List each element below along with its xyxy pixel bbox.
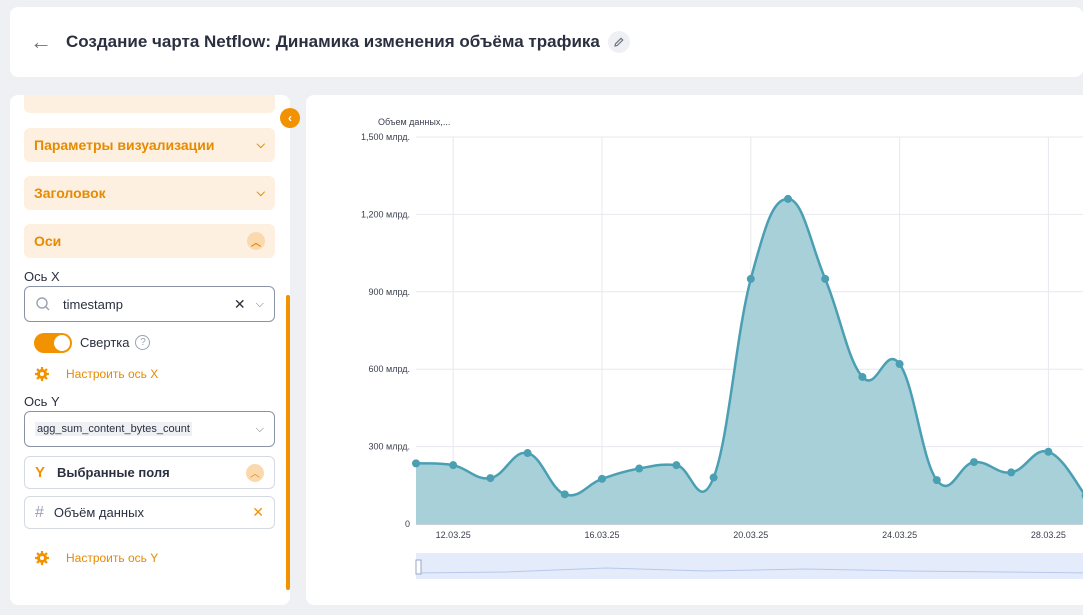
section-label: Заголовок [34, 185, 106, 201]
data-point[interactable] [821, 274, 830, 283]
chevron-up-icon: ︿ [246, 463, 264, 482]
x-tick-label: 28.03.25 [1031, 530, 1066, 540]
data-point[interactable] [635, 464, 644, 473]
section-title[interactable]: Заголовок ⌵ [24, 176, 275, 210]
convolution-toggle[interactable] [34, 333, 72, 353]
collapse-sidebar-button[interactable]: ‹ [280, 108, 300, 128]
data-point[interactable] [895, 360, 904, 369]
x-axis-select[interactable]: timestamp ✕ ⌵ [24, 286, 275, 322]
data-point[interactable] [784, 194, 792, 203]
edit-pencil-icon[interactable] [607, 31, 630, 53]
settings-sidebar: Параметры визуализации ⌵ Заголовок ⌵ Оси… [10, 95, 290, 605]
clear-icon[interactable]: ✕ [234, 296, 246, 313]
x-tick-label: 16.03.25 [584, 530, 619, 540]
y-axis-label: Ось Y [24, 394, 60, 409]
y-tick-label: 0 [405, 519, 410, 529]
configure-y-axis-label: Настроить ось Y [66, 551, 159, 565]
selected-fields-label: Выбранные поля [57, 465, 170, 480]
search-icon [36, 297, 50, 311]
x-axis-label: Ось X [24, 269, 60, 284]
page-header: ← Создание чарта Netflow: Динамика измен… [10, 7, 1083, 77]
data-point[interactable] [486, 474, 495, 483]
y-tick-label: 1,500 млрд. [361, 132, 410, 142]
section-label: Параметры визуализации [34, 137, 215, 153]
data-point[interactable] [412, 459, 420, 468]
selected-field-label: Объём данных [53, 505, 144, 520]
zoom-slider[interactable] [416, 553, 1083, 579]
data-point[interactable] [970, 458, 978, 467]
gear-icon [35, 551, 49, 565]
data-point[interactable] [1044, 447, 1053, 456]
chevron-up-icon: ︿ [247, 232, 265, 250]
y-tick-label: 600 млрд. [368, 364, 410, 374]
configure-x-axis-label: Настроить ось X [66, 367, 159, 381]
back-arrow-icon[interactable]: ← [30, 29, 66, 55]
page-title: Создание чарта Netflow: Динамика изменен… [66, 32, 600, 51]
configure-x-axis-link[interactable]: Настроить ось X [34, 366, 158, 382]
section-visualization-params[interactable]: Параметры визуализации ⌵ [24, 128, 275, 162]
chart-panel: 0 300 млрд. 600 млрд. 900 млрд. 1,200 млрд. 1… [306, 95, 1083, 605]
y-tick-label: 300 млрд. [368, 442, 410, 452]
area-chart: 0 300 млрд. 600 млрд. 900 млрд. 1,200 млрд. 1… [361, 117, 1083, 579]
y-axis-icon: Y [35, 464, 46, 481]
section-axes[interactable]: Оси ︿ [24, 224, 275, 258]
y-axis-value: agg_sum_content_bytes_count [35, 422, 192, 436]
data-point[interactable] [449, 461, 458, 470]
chevron-down-icon[interactable]: ⌵ [256, 423, 264, 436]
selected-fields-header[interactable]: Y Выбранные поля ︿ [24, 456, 275, 489]
chevron-down-icon: ⌵ [256, 138, 265, 151]
y-tick-label: 900 млрд. [368, 287, 410, 297]
y-tick-label: 1,200 млрд. [361, 209, 410, 219]
data-point[interactable] [560, 490, 569, 499]
data-point[interactable] [1007, 468, 1016, 477]
data-point[interactable] [672, 461, 681, 470]
zoom-handle[interactable] [415, 559, 422, 575]
chevron-down-icon[interactable]: ⌵ [256, 298, 264, 311]
sidebar-scrollbar[interactable] [286, 295, 290, 590]
configure-y-axis-link[interactable]: Настроить ось Y [34, 550, 158, 566]
x-tick-label: 20.03.25 [733, 530, 768, 540]
section-strip [24, 95, 275, 113]
x-tick-label: 24.03.25 [882, 530, 917, 540]
data-point[interactable] [598, 474, 606, 483]
data-point[interactable] [858, 372, 867, 381]
remove-icon[interactable]: ✕ [252, 504, 264, 521]
series-area [416, 198, 1083, 524]
number-field-icon: # [35, 503, 44, 521]
x-tick-label: 12.03.25 [436, 530, 471, 540]
help-icon[interactable]: ? [135, 335, 151, 350]
section-label: Оси [34, 233, 62, 249]
chevron-down-icon: ⌵ [256, 186, 265, 199]
selected-field-item: # Объём данных ✕ [24, 496, 275, 529]
y-axis-title: Объем данных,... [378, 117, 450, 127]
data-point[interactable] [523, 449, 532, 458]
convolution-row: Свертка ? [80, 335, 151, 350]
data-point[interactable] [746, 274, 755, 283]
x-axis-value: timestamp [63, 296, 123, 312]
y-axis-select[interactable]: agg_sum_content_bytes_count ⌵ [24, 411, 275, 447]
convolution-label: Свертка [80, 335, 130, 350]
data-point[interactable] [709, 473, 718, 482]
data-point[interactable] [932, 476, 941, 485]
gear-icon [35, 367, 49, 381]
